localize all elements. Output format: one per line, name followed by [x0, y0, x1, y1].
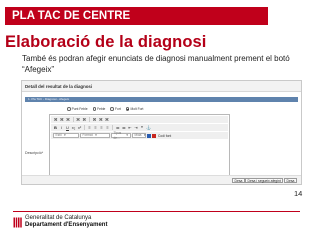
footer-divider: [13, 211, 300, 212]
toolbar-button[interactable]: ⌘: [82, 117, 87, 122]
radio-option-fort[interactable]: Fort: [110, 107, 121, 111]
toolbar-button[interactable]: ⌘: [76, 117, 81, 122]
toolbar-separator: [84, 125, 85, 130]
slide-title: Elaboració de la diagnosi: [5, 33, 207, 51]
bulleted-list-button[interactable]: ≔: [121, 125, 126, 130]
blockquote-button[interactable]: ❝: [139, 125, 144, 130]
chevron-down-icon: ▼: [143, 133, 147, 138]
align-center-button[interactable]: ≡: [93, 125, 98, 130]
font-select[interactable]: Tipus de... ▼: [111, 131, 131, 140]
align-right-button[interactable]: ≡: [99, 125, 104, 130]
italic-button[interactable]: I: [59, 125, 64, 130]
chevron-down-icon: ▼: [63, 133, 67, 138]
save-button[interactable]: Desa: [232, 177, 245, 183]
embedded-screenshot: Detall del resultat de la diagnosi 1. Pl…: [21, 80, 302, 185]
toolbar-button[interactable]: ⌘: [59, 117, 64, 122]
radio-label: Molt Fort: [130, 107, 144, 111]
radio-label: Fort: [114, 107, 121, 111]
radio-option-punt-feble[interactable]: Punt Feble: [67, 107, 88, 111]
form-button-bar: Desa Desa i segueix afegint Desa: [22, 175, 301, 184]
align-left-button[interactable]: ≡: [87, 125, 92, 130]
radio-button[interactable]: [110, 107, 114, 111]
org-name: Generalitat de Catalunya: [25, 215, 92, 221]
style-select-value: Estil: [55, 133, 62, 138]
editor-toolbar-row-1: ⌘ ⌘ ⌘ ⌘ ⌘ ⌘ ⌘ ⌘: [51, 116, 228, 123]
justify-button[interactable]: ≡: [105, 125, 110, 130]
numbered-list-button[interactable]: ≔: [115, 125, 120, 130]
outdent-button[interactable]: ⇤: [127, 125, 132, 130]
radio-label: Punt Feble: [71, 107, 88, 111]
toolbar-separator: [112, 125, 113, 130]
source-code-button[interactable]: Codi font: [157, 134, 172, 138]
anchor-button[interactable]: ⚓: [145, 125, 151, 130]
section-title: Detall del resultat de la diagnosi: [22, 81, 301, 92]
chevron-down-icon: ▼: [94, 133, 98, 138]
editor-toolbar-row-2: B I U x₂ x² ≡ ≡ ≡ ≡ ≔ ≔ ⇤ ⇥ ❝ ⚓: [51, 124, 228, 131]
toolbar-separator: [72, 117, 74, 122]
text-color-icon[interactable]: [147, 133, 151, 138]
superscript-button[interactable]: x²: [77, 125, 82, 130]
page-number: 14: [294, 189, 303, 198]
font-select-value: Tipus de...: [113, 131, 122, 140]
indent-button[interactable]: ⇥: [133, 125, 138, 130]
description-label: Descripció*: [25, 151, 44, 155]
slide-body-text: També és podran afegir enunciats de diag…: [22, 54, 290, 74]
underline-button[interactable]: U: [65, 125, 70, 130]
background-color-icon[interactable]: [152, 133, 156, 138]
toolbar-button[interactable]: ⌘: [53, 117, 58, 122]
save-and-add-button[interactable]: Desa i segueix afegint: [245, 177, 284, 183]
department-name: Departament d'Ensenyament: [25, 222, 108, 228]
radio-button-selected[interactable]: [125, 107, 130, 111]
radio-button[interactable]: [67, 107, 71, 111]
subscript-button[interactable]: x₂: [71, 125, 76, 130]
toolbar-button[interactable]: ⌘: [65, 117, 70, 122]
app-tab-bar[interactable]: 1. Pla TAC - Diagnosi - Afegeix: [25, 97, 298, 102]
generalitat-emblem-icon: [13, 216, 22, 228]
back-button[interactable]: Desa: [284, 177, 297, 183]
style-select[interactable]: Estil ▼: [53, 133, 79, 138]
type-radio-group: Punt Feble Feble Fort Molt Fort: [67, 106, 143, 112]
format-select-value: Format: [82, 133, 93, 138]
toolbar-button[interactable]: ⌘: [92, 117, 97, 122]
toolbar-separator: [88, 117, 90, 122]
format-select[interactable]: Format ▼: [80, 133, 110, 138]
rich-text-editor[interactable]: ⌘ ⌘ ⌘ ⌘ ⌘ ⌘ ⌘ ⌘ B I U x₂ x² ≡ ≡ ≡ ≡ ≔ ≔ …: [49, 114, 230, 180]
toolbar-button[interactable]: ⌘: [104, 117, 109, 122]
chevron-down-icon: ▼: [125, 133, 129, 138]
size-select-value: Mida: [134, 133, 142, 138]
bold-button[interactable]: B: [53, 125, 58, 130]
radio-option-feble[interactable]: Feble: [92, 107, 106, 111]
generalitat-logo: Generalitat de Catalunya Departament d'E…: [13, 215, 107, 229]
size-select[interactable]: Mida ▼: [132, 133, 146, 138]
slide-banner: PLA TAC DE CENTRE: [5, 7, 268, 25]
toolbar-button[interactable]: ⌘: [98, 117, 103, 122]
radio-button[interactable]: [92, 107, 97, 111]
editor-toolbar-row-3: Estil ▼ Format ▼ Tipus de... ▼ Mida ▼ Co…: [51, 131, 228, 140]
radio-label: Feble: [97, 107, 106, 111]
radio-option-molt-fort[interactable]: Molt Fort: [125, 107, 144, 111]
